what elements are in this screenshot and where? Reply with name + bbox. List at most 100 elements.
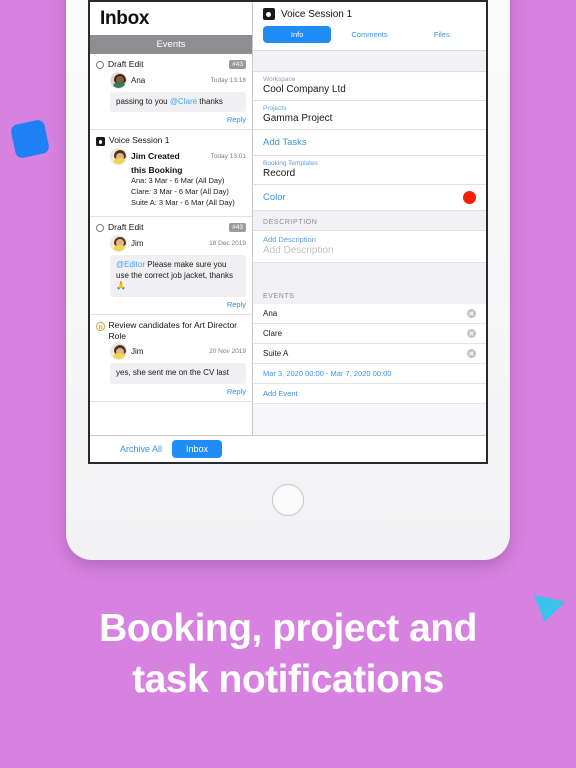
table-row[interactable]: Ana bbox=[253, 304, 486, 324]
projects-field[interactable]: Projects Gamma Project bbox=[253, 101, 486, 130]
list-item[interactable]: Draft Edit #43 Ana Today 13:18 passing t… bbox=[90, 54, 252, 131]
pause-icon bbox=[96, 322, 105, 331]
message-bubble: passing to you @Clare thanks bbox=[110, 91, 246, 113]
reply-button[interactable]: Reply bbox=[90, 297, 252, 311]
decorative-blue-square bbox=[9, 118, 51, 160]
tablet-screen: Inbox Events Draft Edit #43 Ana Today 13… bbox=[88, 0, 488, 464]
archive-all-button[interactable]: Archive All bbox=[120, 444, 162, 454]
message-meta-row: Jim Created Today 13:01 bbox=[110, 148, 246, 166]
add-description-link[interactable]: Add Description bbox=[263, 235, 476, 244]
status-badge: #43 bbox=[229, 60, 246, 69]
avatar bbox=[110, 148, 127, 166]
tab-bar: Info Comments Files bbox=[263, 20, 476, 50]
thread-header[interactable]: Voice Session 1 bbox=[90, 130, 252, 148]
message-block: Jim 20 Nov 2019 yes, she sent me on the … bbox=[90, 343, 252, 385]
events-section-bar: Events bbox=[90, 35, 252, 54]
caption-line-1: Booking, project and bbox=[99, 607, 477, 650]
list-item[interactable]: Voice Session 1 Jim Created Today 13:01 bbox=[90, 130, 252, 218]
message-text-post: thanks bbox=[197, 96, 223, 106]
status-badge: #43 bbox=[229, 223, 246, 233]
booking-detail: Suite A: 3 Mar - 6 Mar (All Day) bbox=[131, 198, 235, 208]
message-timestamp: Today 13:01 bbox=[210, 153, 246, 161]
table-row[interactable]: Clare bbox=[253, 324, 486, 344]
close-circle-icon[interactable] bbox=[467, 329, 476, 338]
projects-value: Gamma Project bbox=[263, 113, 333, 124]
tab-files[interactable]: Files bbox=[408, 26, 476, 43]
thread-title: Voice Session 1 bbox=[109, 135, 170, 146]
page-title: Inbox bbox=[100, 8, 150, 29]
circle-outline-icon bbox=[96, 224, 104, 233]
message-bubble: @Editor Please make sure you use the cor… bbox=[110, 254, 246, 298]
tab-info[interactable]: Info bbox=[263, 26, 332, 43]
header-divider-band bbox=[253, 50, 486, 72]
list-item[interactable]: Draft Edit #43 Jim 18 Dec 2019 @Editor P… bbox=[90, 217, 252, 316]
event-resource-name: Clare bbox=[263, 329, 283, 338]
avatar bbox=[110, 234, 127, 252]
inbox-button[interactable]: Inbox bbox=[172, 440, 223, 458]
booking-templates-field[interactable]: Booking Templates Record bbox=[253, 156, 486, 185]
avatar bbox=[110, 343, 127, 361]
message-meta-row: Jim 18 Dec 2019 bbox=[110, 234, 246, 252]
workspace-field[interactable]: Workspace Cool Company Ltd bbox=[253, 72, 486, 101]
description-section-title: DESCRIPTION bbox=[253, 211, 486, 230]
event-resource-name: Ana bbox=[263, 309, 278, 318]
circle-outline-icon bbox=[96, 61, 104, 69]
message-block: Jim Created Today 13:01 this Booking Ana… bbox=[90, 148, 252, 213]
color-swatch[interactable] bbox=[463, 191, 476, 204]
table-row[interactable]: Suite A bbox=[253, 344, 486, 364]
reply-button[interactable]: Reply bbox=[90, 112, 252, 126]
color-field[interactable]: Color bbox=[253, 185, 486, 211]
detail-title: Voice Session 1 bbox=[281, 8, 353, 20]
message-block: Jim 18 Dec 2019 @Editor Please make sure… bbox=[90, 234, 252, 298]
events-section-title: EVENTS bbox=[253, 285, 486, 304]
message-meta-row: Ana Today 13:18 bbox=[110, 71, 246, 89]
detail-title-row: Voice Session 1 bbox=[263, 8, 476, 20]
detail-pane: Voice Session 1 Info Comments Files Work… bbox=[253, 2, 486, 462]
add-tasks-button[interactable]: Add Tasks bbox=[253, 130, 486, 156]
bottom-toolbar: Archive All Inbox bbox=[90, 435, 486, 462]
booking-detail: Clare: 3 Mar - 6 Mar (All Day) bbox=[131, 187, 229, 197]
event-date-range-row[interactable]: Mar 3, 2020 00:00 - Mar 7, 2020 00:00 bbox=[253, 364, 486, 384]
add-event-label: Add Event bbox=[263, 389, 298, 398]
color-field-row: Color bbox=[263, 191, 476, 204]
thread-title: Review candidates for Art Director Role bbox=[108, 320, 238, 341]
section-spacer bbox=[253, 263, 486, 285]
mention-link[interactable]: @Editor bbox=[116, 260, 145, 269]
message-timestamp: 18 Dec 2019 bbox=[209, 239, 246, 247]
list-item[interactable]: Review candidates for Art Director Role … bbox=[90, 315, 252, 403]
message-bubble: yes, she sent me on the CV last bbox=[110, 363, 246, 385]
mention-link[interactable]: @Clare bbox=[170, 97, 197, 106]
projects-label: Projects bbox=[263, 105, 287, 112]
avatar bbox=[110, 71, 127, 89]
message-meta-row: Jim 20 Nov 2019 bbox=[110, 343, 246, 361]
close-circle-icon[interactable] bbox=[467, 309, 476, 318]
booking-detail: Ana: 3 Mar - 6 Mar (All Day) bbox=[131, 176, 225, 186]
promo-caption: Booking, project and task notifications bbox=[0, 604, 576, 705]
home-button[interactable] bbox=[272, 484, 304, 516]
workspace-value: Cool Company Ltd bbox=[263, 84, 346, 95]
message-text-pre: passing to you bbox=[116, 96, 170, 106]
reply-button[interactable]: Reply bbox=[90, 384, 252, 398]
booking-templates-value: Record bbox=[263, 168, 296, 179]
thread-header[interactable]: Draft Edit #43 bbox=[90, 54, 252, 72]
booking-created-line: this Booking bbox=[131, 165, 183, 176]
thread-header[interactable]: Review candidates for Art Director Role bbox=[90, 315, 252, 343]
tab-comments[interactable]: Comments bbox=[335, 26, 403, 43]
event-date-range: Mar 3, 2020 00:00 - Mar 7, 2020 00:00 bbox=[263, 369, 392, 378]
close-circle-icon[interactable] bbox=[467, 349, 476, 358]
inbox-thread-list[interactable]: Draft Edit #43 Ana Today 13:18 passing t… bbox=[90, 54, 252, 462]
inbox-pane: Inbox Events Draft Edit #43 Ana Today 13… bbox=[90, 2, 253, 462]
message-author: Ana bbox=[131, 75, 146, 85]
description-placeholder: Add Description bbox=[263, 245, 334, 256]
booking-templates-label: Booking Templates bbox=[263, 160, 318, 167]
detail-header: Voice Session 1 Info Comments Files bbox=[253, 2, 486, 50]
workspace-label: Workspace bbox=[263, 76, 296, 83]
message-author: Jim bbox=[131, 238, 144, 248]
message-timestamp: Today 13:18 bbox=[210, 76, 246, 84]
description-field[interactable]: Add Description Add Description bbox=[253, 230, 486, 263]
thread-header[interactable]: Draft Edit #43 bbox=[90, 217, 252, 235]
caption-line-2: task notifications bbox=[132, 657, 444, 701]
message-block: Ana Today 13:18 passing to you @Clare th… bbox=[90, 71, 252, 113]
calendar-icon bbox=[96, 137, 105, 147]
add-event-button[interactable]: Add Event bbox=[253, 384, 486, 404]
